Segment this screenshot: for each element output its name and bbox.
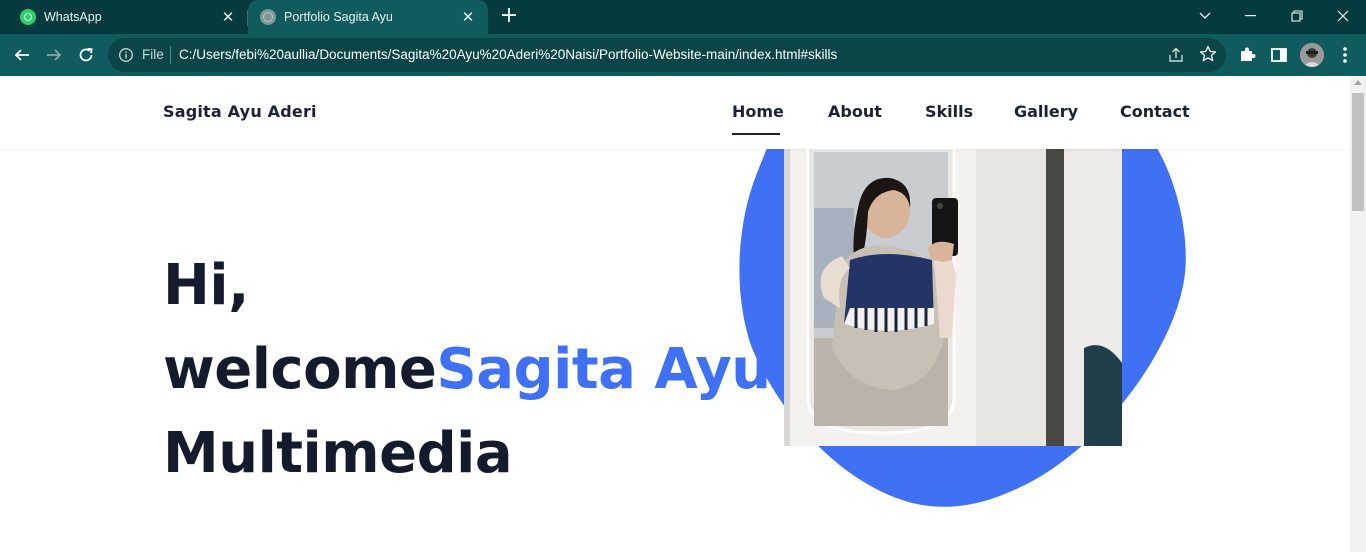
whatsapp-icon (20, 9, 36, 25)
new-tab-button[interactable]: + (498, 5, 520, 28)
page-scrollbar[interactable] (1350, 76, 1366, 552)
nav-link-home[interactable]: Home (732, 102, 784, 121)
share-icon[interactable] (1166, 45, 1186, 65)
address-bar[interactable]: File C:/Users/febi%20aullia/Documents/Sa… (108, 38, 1226, 72)
tab-title: WhatsApp (44, 10, 102, 24)
browser-toolbar: File C:/Users/febi%20aullia/Documents/Sa… (0, 34, 1366, 76)
hero-welcome: welcome (163, 337, 437, 402)
nav-link-contact[interactable]: Contact (1120, 102, 1190, 121)
hero-line-1: Hi, (163, 253, 249, 318)
nav-link-about[interactable]: About (828, 102, 882, 121)
back-button[interactable] (6, 39, 38, 71)
site-logo[interactable]: Sagita Ayu Aderi (163, 102, 317, 121)
close-tab-icon[interactable]: ✕ (460, 9, 476, 25)
address-url[interactable]: C:/Users/febi%20aullia/Documents/Sagita%… (179, 47, 837, 62)
more-menu-icon[interactable] (1334, 44, 1356, 66)
forward-button[interactable] (38, 39, 70, 71)
hero-image-blob (737, 148, 1187, 508)
tab-search-chevron-icon[interactable] (1182, 0, 1228, 32)
page-viewport: Sagita Ayu Aderi Home About Skills Galle… (0, 76, 1350, 552)
minimize-button[interactable] (1228, 0, 1274, 32)
address-separator (170, 46, 171, 64)
hero-title: Hi, welcomeSagita Ayu Multimedia (163, 244, 771, 496)
nav-link-gallery[interactable]: Gallery (1014, 102, 1078, 121)
scroll-up-arrow-icon[interactable] (1354, 80, 1362, 85)
address-scheme-label: File (142, 47, 164, 62)
bookmark-star-icon[interactable] (1198, 44, 1218, 64)
hero-name-accent: Sagita Ayu (436, 337, 771, 402)
active-nav-underline (732, 133, 780, 135)
close-tab-icon[interactable]: ✕ (220, 9, 236, 25)
tab-whatsapp[interactable]: WhatsApp ✕ (0, 0, 248, 34)
hero-line-3: Multimedia (163, 421, 513, 486)
browser-tab-strip: WhatsApp ✕ Portfolio Sagita Ayu ✕ + (0, 0, 1366, 34)
scrollbar-thumb[interactable] (1352, 93, 1364, 211)
hero-line-2: welcomeSagita Ayu (163, 328, 771, 412)
reload-button[interactable] (70, 39, 102, 71)
profile-avatar[interactable] (1300, 43, 1324, 67)
tab-title: Portfolio Sagita Ayu (284, 10, 393, 24)
globe-icon (260, 9, 276, 25)
close-window-button[interactable] (1320, 0, 1366, 32)
info-icon[interactable] (118, 47, 134, 63)
site-header: Sagita Ayu Aderi Home About Skills Galle… (0, 76, 1350, 149)
side-panel-icon[interactable] (1268, 44, 1290, 66)
profile-photo (784, 148, 1122, 446)
tab-portfolio[interactable]: Portfolio Sagita Ayu ✕ (248, 0, 488, 34)
extensions-puzzle-icon[interactable] (1236, 44, 1258, 66)
nav-link-skills[interactable]: Skills (925, 102, 973, 121)
restore-button[interactable] (1274, 0, 1320, 32)
